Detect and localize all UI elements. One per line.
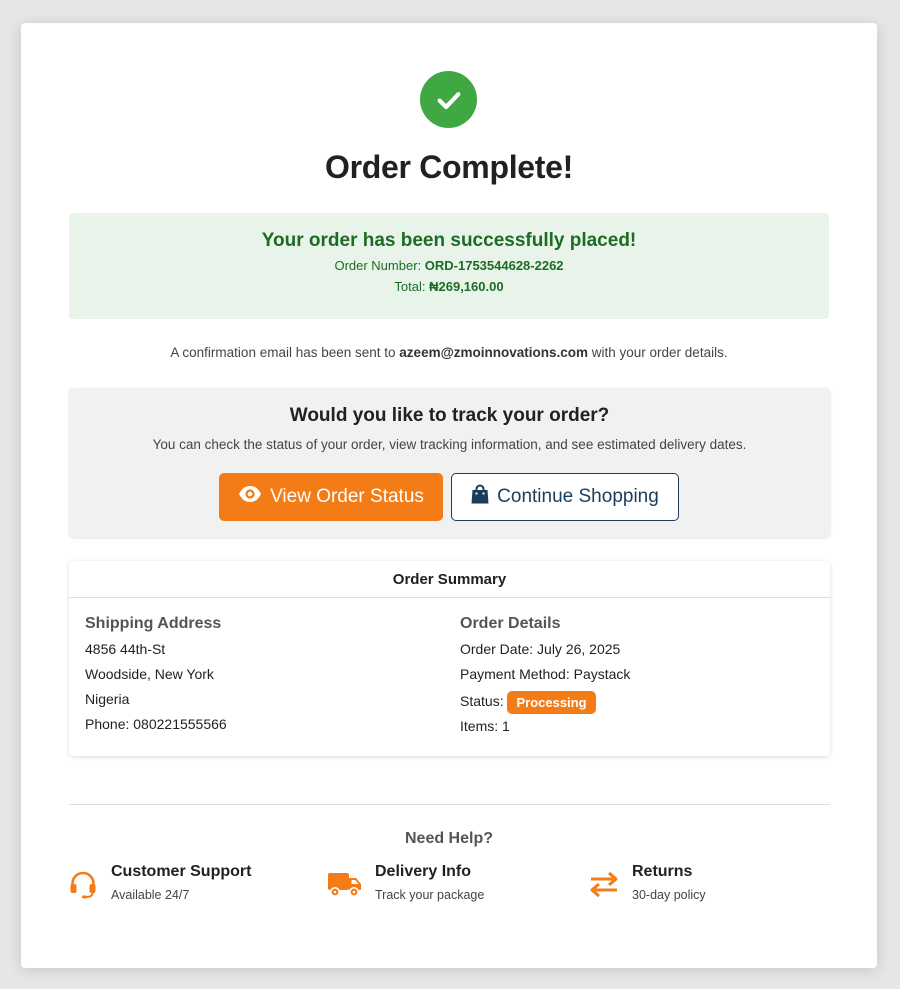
order-details-section: Order Details Order Date: July 26, 2025 … [460,615,630,743]
shipping-phone: Phone: 080221555566 [85,716,227,732]
shipping-country: Nigeria [85,691,130,707]
exchange-arrows-icon [588,868,620,900]
order-details-title: Order Details [460,615,561,632]
help-item-desc: Track your package [375,888,485,902]
continue-shopping-button[interactable]: Continue Shopping [451,473,679,521]
order-number-value: ORD-1753544628-2262 [424,258,564,273]
total-line: Total: ₦269,160.00 [69,279,829,294]
track-order-panel: Would you like to track your order? You … [69,388,830,537]
shipping-address-title: Shipping Address [85,615,222,632]
success-heading: Your order has been successfully placed! [261,230,637,251]
confirmation-email: azeem@zmoinnovations.com [399,345,589,360]
order-date: Order Date: July 26, 2025 [460,641,621,657]
order-summary-title: Order Summary [69,561,830,598]
order-status-line: Status: Processing [460,691,630,718]
track-order-subtitle: You can check the status of your order, … [152,437,747,452]
order-number-label: Order Number: [334,258,425,273]
eye-icon [238,485,262,509]
track-order-title: Would you like to track your order? [289,405,610,426]
order-items-count: Items: 1 [460,718,510,734]
confirmation-suffix: with your order details. [588,345,728,360]
help-item-desc: Available 24/7 [111,888,190,902]
view-order-status-label: View Order Status [270,486,424,507]
status-badge: Processing [507,691,596,714]
help-item-customer-support[interactable]: Customer Support Available 24/7 [67,863,251,902]
order-summary-card: Order Summary Shipping Address 4856 44th… [69,561,830,756]
order-number-line: Order Number: ORD-1753544628-2262 [69,258,829,273]
help-item-name: Delivery Info [375,863,472,880]
shipping-address-section: Shipping Address 4856 44th-St Woodside, … [85,615,227,741]
shipping-street: 4856 44th-St [85,641,166,657]
help-item-desc: 30-day policy [632,888,706,902]
truck-icon [327,868,363,900]
shopping-bag-icon [471,484,489,510]
shipping-city: Woodside, New York [85,666,214,682]
need-help-title: Need Help? [404,830,493,847]
order-complete-card: Order Complete! Your order has been succ… [21,23,877,968]
total-label: Total: [394,279,430,294]
confirmation-message: A confirmation email has been sent to az… [21,345,877,360]
section-divider [69,804,830,805]
help-item-returns[interactable]: Returns 30-day policy [588,863,706,902]
continue-shopping-label: Continue Shopping [497,486,659,507]
headset-icon [67,868,99,900]
view-order-status-button[interactable]: View Order Status [219,473,443,521]
help-item-delivery-info[interactable]: Delivery Info Track your package [327,863,484,902]
total-value: ₦269,160.00 [429,279,504,294]
help-item-name: Returns [632,863,693,880]
order-status-label: Status: [460,693,508,710]
payment-method: Payment Method: Paystack [460,666,631,682]
check-circle-icon [420,71,477,128]
help-item-name: Customer Support [111,863,252,880]
page-title: Order Complete! [325,149,573,185]
confirmation-prefix: A confirmation email has been sent to [170,345,400,360]
success-banner: Your order has been successfully placed!… [69,213,829,319]
